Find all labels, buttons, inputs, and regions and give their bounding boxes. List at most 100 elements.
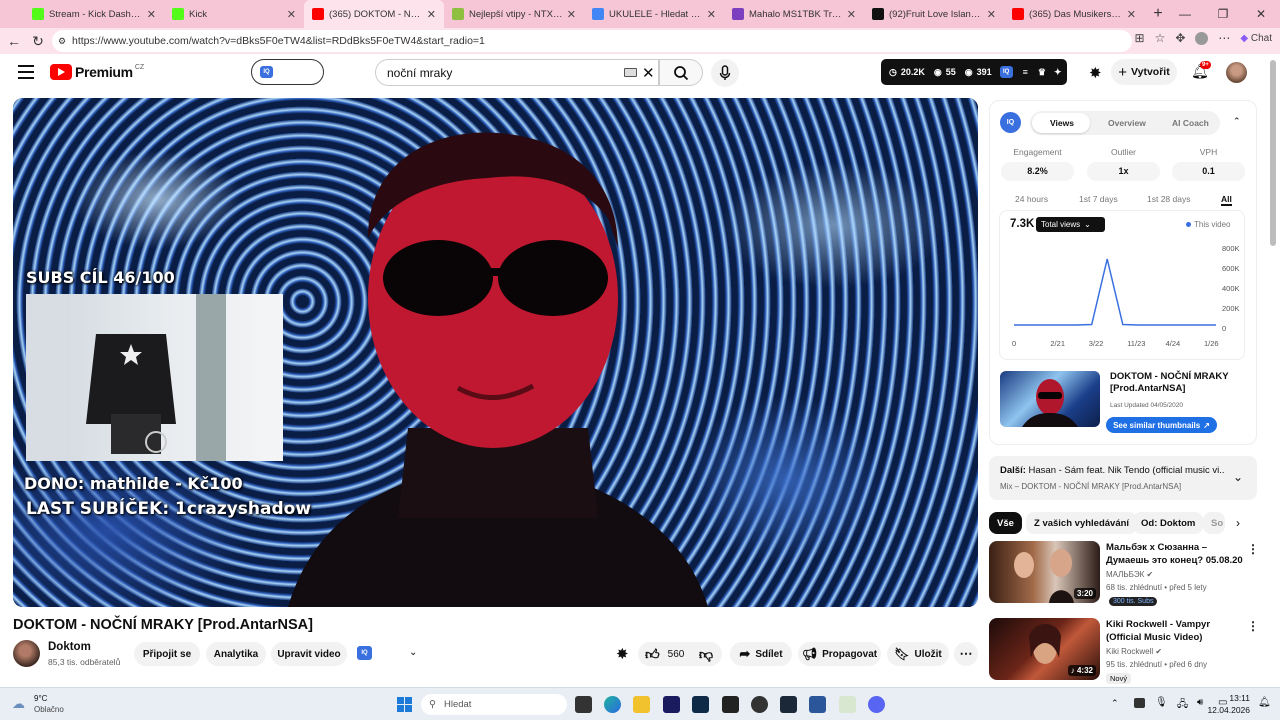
rec-title-1[interactable]: Мальбэк х Сюзанна – Думаешь это конец? 0… (1106, 541, 1246, 567)
mic-tray-icon[interactable]: 🎙︎ (1155, 697, 1168, 708)
word-icon[interactable] (809, 696, 826, 713)
like-button[interactable]: 👍︎ 560 (645, 646, 684, 663)
browser-tab[interactable]: (365) Das Musikers - Papír n ✕ (1004, 0, 1144, 28)
tray-chevron-icon[interactable]: ⌃ (1111, 698, 1119, 709)
more-actions-button[interactable]: ⋯ (954, 642, 978, 666)
tab-close-icon[interactable]: ✕ (427, 8, 436, 21)
obs-icon[interactable] (751, 696, 768, 713)
rec-thumbnail-1[interactable]: 3:20 (989, 541, 1100, 603)
browser-tab[interactable]: (365) DOKTOM - NOČNÍ ✕ (304, 0, 444, 28)
tab-close-icon[interactable]: ✕ (987, 8, 996, 21)
create-button[interactable]: + Vytvořit (1111, 59, 1177, 85)
time-range-option[interactable]: 24 hours (1015, 194, 1048, 204)
browser-tab[interactable]: (92)Fruit Love Island: All Epi ✕ (864, 0, 1004, 28)
account-avatar[interactable] (1226, 62, 1247, 83)
keyboard-icon[interactable] (624, 68, 637, 77)
browser-tab[interactable]: Stream - Kick Dashboard ✕ (24, 0, 164, 28)
clock-date[interactable]: 12.04.2026 (1200, 705, 1250, 715)
edit-video-button[interactable]: Upravit video (271, 642, 347, 666)
sparkle-icon[interactable]: ✦ (1054, 67, 1062, 78)
expand-chevron-icon[interactable]: ⌄ (1233, 470, 1243, 484)
rec-title-2[interactable]: Kiki Rockwell - Vampyr (Official Music V… (1106, 618, 1246, 644)
filter-chip[interactable]: Z vašich vyhledávání (1026, 512, 1138, 534)
page-scrollbar[interactable] (1270, 60, 1276, 246)
network-icon[interactable]: 🖧︎ (1177, 697, 1188, 714)
save-button[interactable]: 🔖︎ Uložit (887, 642, 949, 666)
premiere-icon[interactable] (663, 696, 680, 713)
tray-app-icon[interactable] (1134, 698, 1145, 708)
edge-icon[interactable] (604, 696, 621, 713)
ai-sparkle-icon[interactable]: ✸ (1089, 64, 1102, 82)
tab-close-icon[interactable]: ✕ (847, 8, 856, 21)
back-icon[interactable]: ← (2, 33, 26, 49)
browser-tab[interactable]: Nejlepší vtipy - NTX.cz - stra ✕ (444, 0, 584, 28)
bookmark-star-icon[interactable]: ☆ (1155, 31, 1166, 45)
search-button[interactable] (659, 59, 703, 86)
panel-tab[interactable]: Views (1050, 118, 1074, 128)
panel-tab[interactable]: AI Coach (1172, 118, 1209, 128)
tab-close-icon[interactable]: ✕ (567, 8, 576, 21)
next-up-card[interactable] (989, 456, 1257, 500)
clock-time[interactable]: 13:11 (1226, 693, 1250, 703)
channel-avatar[interactable] (13, 640, 40, 667)
promote-button[interactable]: 📢︎ Propagovat (798, 642, 881, 666)
start-button[interactable] (397, 697, 412, 712)
task-view-icon[interactable] (575, 696, 592, 713)
analytics-button[interactable]: Analytika (206, 642, 266, 666)
more-menu-icon[interactable]: ⋯ (1218, 31, 1230, 45)
youtube-logo[interactable]: Premium CZ (50, 64, 144, 80)
dislike-button[interactable]: 👎︎ (690, 642, 722, 666)
tab-close-icon[interactable]: ✕ (707, 8, 716, 21)
panel-tab[interactable]: Overview (1108, 118, 1146, 128)
channel-name[interactable]: Doktom (48, 641, 91, 653)
filter-chip[interactable]: So (1203, 512, 1225, 534)
maximize-icon[interactable]: ❐ (1204, 0, 1242, 28)
address-bar[interactable]: ⚙ https://www.youtube.com/watch?v=dBks5F… (52, 30, 1132, 52)
filter-chip[interactable]: Vše (989, 512, 1022, 534)
share-button[interactable]: ➦ Sdílet (730, 642, 792, 666)
profile-icon[interactable] (1195, 31, 1209, 45)
tab-close-icon[interactable]: ✕ (147, 8, 156, 21)
time-range-option[interactable]: All (1221, 194, 1232, 204)
photoshop-icon[interactable] (692, 696, 709, 713)
chevron-down-icon[interactable]: ⌄ (409, 647, 417, 658)
capcut-icon[interactable] (722, 696, 739, 713)
list-icon[interactable]: ≡ (1023, 67, 1028, 77)
rec-thumbnail-2[interactable]: ♪ 4:32 (989, 618, 1100, 680)
chips-next-icon[interactable]: › (1236, 516, 1240, 530)
extensions-icon[interactable]: ✥ (1175, 31, 1185, 45)
metric-select[interactable]: Total views ⌄ (1036, 217, 1105, 232)
hamburger-menu-icon[interactable] (18, 65, 34, 79)
search-input[interactable]: noční mraky (375, 59, 659, 86)
clear-search-icon[interactable]: ✕ (642, 64, 655, 82)
time-range-option[interactable]: 1st 28 days (1147, 194, 1190, 204)
steam-icon[interactable] (780, 696, 797, 713)
discord-icon[interactable] (868, 696, 885, 713)
browser-tab[interactable]: Kick ✕ (164, 0, 304, 28)
filter-chip[interactable]: Od: Doktom (1133, 512, 1204, 534)
notification-center-icon[interactable]: 🔔︎ (1258, 697, 1271, 708)
similar-thumbnail[interactable] (1000, 371, 1100, 427)
collapse-icon[interactable]: ⌃ (1233, 116, 1241, 127)
ai-sparkle-icon[interactable]: ✸ (616, 645, 629, 663)
file-explorer-icon[interactable] (633, 696, 650, 713)
minimize-icon[interactable]: — (1166, 0, 1204, 28)
trophy-icon[interactable]: ♛ (1038, 67, 1046, 78)
vidiq-stats-bar[interactable]: ◷ 20.2K ◉ 55 ◉ 391 IQ ≡ ♛ ✦ (881, 59, 1067, 85)
browser-tab[interactable]: Mahalo MS1TBK Transparen ✕ (724, 0, 864, 28)
browser-tab[interactable]: UKULELE - Hledat Googlem ✕ (584, 0, 724, 28)
see-similar-button[interactable]: See similar thumbnails ↗ (1106, 417, 1217, 433)
video-player[interactable]: SUBS CÍL 46/100 DONO: mathilde - Kč100 L… (13, 98, 978, 607)
vidiq-icon[interactable]: IQ (357, 646, 372, 660)
rec-menu-icon[interactable]: ⋮ (1247, 619, 1259, 633)
tab-close-icon[interactable]: ✕ (287, 8, 296, 21)
notepad-icon[interactable] (839, 696, 856, 713)
tab-close-icon[interactable]: ✕ (1127, 8, 1136, 21)
reload-icon[interactable]: ↻ (26, 33, 50, 50)
site-info-icon[interactable]: ⚙ (58, 36, 66, 47)
rec-channel-2[interactable]: Kiki Rockwell ✔ (1106, 647, 1162, 656)
vidiq-toggle[interactable]: IQ (251, 59, 324, 85)
rec-channel-1[interactable]: МАЛЬБЭК ✔ (1106, 570, 1153, 579)
rec-menu-icon[interactable]: ⋮ (1247, 542, 1259, 556)
taskbar-search[interactable]: ⚲ Hledat (421, 694, 567, 715)
